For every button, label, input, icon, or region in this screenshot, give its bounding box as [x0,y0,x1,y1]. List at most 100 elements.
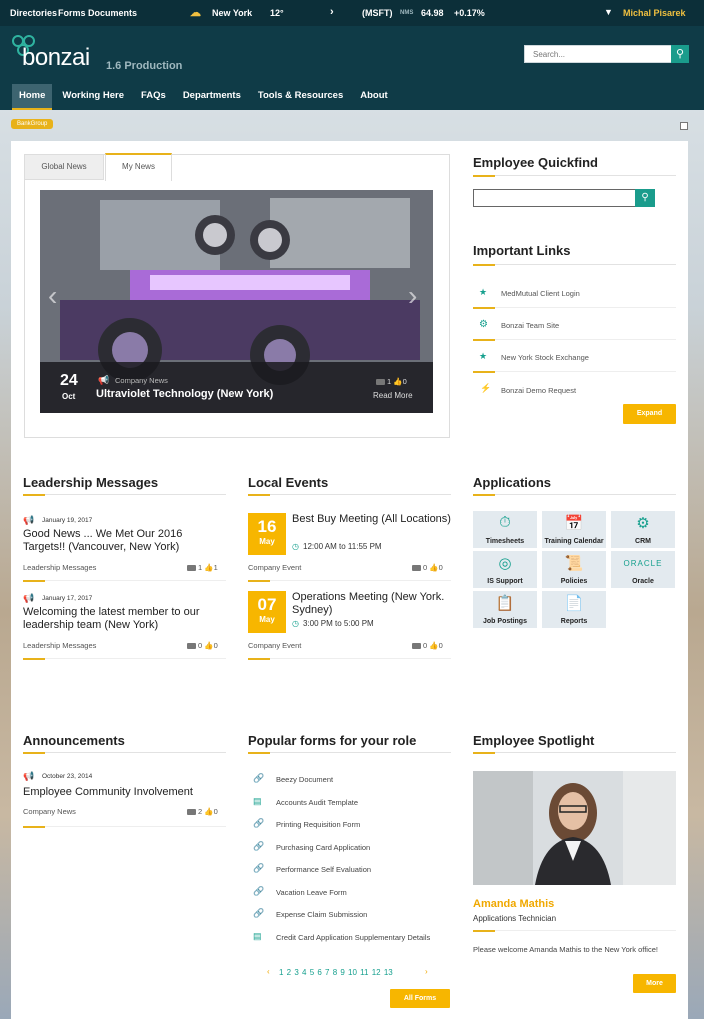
link-medmutual[interactable]: MedMutual Client Login [501,289,580,298]
nav-about[interactable]: About [353,84,394,110]
lifebuoy-icon: ◎ [498,555,512,572]
news-carousel[interactable]: ‹ › 24 Oct 📢 Company News Ultraviolet Te… [40,190,433,413]
link-nyse[interactable]: New York Stock Exchange [501,353,589,362]
leadership-category: Leadership Messages [23,563,97,572]
chevron-right-icon[interactable]: › [330,6,334,18]
comment-icon [412,643,421,650]
event-title[interactable]: Best Buy Meeting (All Locations) [292,513,452,526]
app-reports[interactable]: 📄 Reports [542,591,606,628]
link-demo-request[interactable]: Bonzai Demo Request [501,386,576,395]
app-job-postings[interactable]: 📋 Job Postings [473,591,537,628]
announcement-likes: 0 [213,807,218,816]
spotlight-role: Applications Technician [473,914,557,923]
form-link[interactable]: Printing Requisition Form [276,820,360,829]
event-title[interactable]: Operations Meeting (New York. Sydney) [292,591,452,617]
news-category: Company News [115,376,168,385]
app-crm[interactable]: ⚙ CRM [611,511,675,548]
search-icon[interactable]: ⚲ [671,45,689,63]
pagination-pages[interactable]: 1 2 3 4 5 6 7 8 9 10 11 12 13 [279,968,393,977]
app-training-calendar[interactable]: 📅 Training Calendar [542,511,606,548]
leadership-item-title[interactable]: Good News ... We Met Our 2016 Targets!! … [23,528,226,554]
forms-underline [248,752,451,754]
spotlight-name[interactable]: Amanda Mathis [473,898,554,910]
pagination-next-icon[interactable]: › [425,967,428,976]
forms-link[interactable]: Forms [58,8,86,18]
comment-icon [187,565,196,572]
excel-icon: ▤ [253,796,262,806]
tab-my-news[interactable]: My News [105,153,172,181]
form-link[interactable]: Beezy Document [276,775,333,784]
stock-symbol: (MSFT) [362,8,393,18]
events-underline [248,494,451,496]
app-label: CRM [635,538,651,545]
directories-link[interactable]: Directories [10,8,57,18]
link-icon: 🔗 [253,863,265,873]
spotlight-underline [473,752,676,754]
quickfind-search-icon[interactable]: ⚲ [635,189,655,207]
pagination-prev-icon[interactable]: ‹ [267,967,270,976]
search-input[interactable] [525,46,671,62]
app-label: Reports [560,618,588,625]
gear-icon: ⚙ [636,515,650,532]
tab-global-news[interactable]: Global News [24,154,104,180]
leadership-item-title[interactable]: Welcoming the latest member to our leade… [23,606,226,632]
document-icon: 📄 [564,595,584,612]
event-stats: 0 👍0 [412,641,443,650]
form-link[interactable]: Credit Card Application Supplementary De… [276,933,436,943]
carousel-next-icon[interactable]: › [408,280,417,312]
app-oracle[interactable]: ORACLE Oracle [611,551,675,588]
app-is-support[interactable]: ◎ IS Support [473,551,537,588]
announcements-title: Announcements [23,733,125,748]
announcement-date: October 23, 2014 [42,773,93,780]
app-label: Timesheets [485,538,525,545]
nav-faqs[interactable]: FAQs [134,84,173,110]
app-policies[interactable]: 📜 Policies [542,551,606,588]
documents-link[interactable]: Documents [88,8,137,18]
megaphone-icon: 📢 [98,375,110,385]
event-divider [248,580,451,582]
search-box: ⚲ [524,45,689,63]
megaphone-icon: 📢 [23,771,35,781]
star-icon: ★ [479,287,488,297]
form-link[interactable]: Performance Self Evaluation [276,865,371,874]
user-name[interactable]: Michal Pisarek [623,8,686,18]
link-divider [473,339,676,341]
link-team-site[interactable]: Bonzai Team Site [501,321,559,330]
stock-source: NMS [400,10,414,16]
app-label: Policies [560,578,588,585]
filter-icon[interactable]: ▼ [604,7,613,17]
form-link[interactable]: Accounts Audit Template [276,798,358,807]
bankgroup-tag[interactable]: BankGroup [11,119,54,129]
announcement-item[interactable]: Employee Community Involvement [23,786,193,798]
gear-icon: ⚙ [479,319,488,330]
event-day: 16 [257,517,277,536]
news-title[interactable]: Ultraviolet Technology (New York) [96,388,273,400]
link-icon: 🔗 [253,818,265,828]
clock-icon: ◷ [292,619,299,628]
form-link[interactable]: Expense Claim Submission [276,910,367,919]
link-divider [473,371,676,373]
stock-change: +0.17% [454,8,485,18]
like-icon: 👍 [393,377,403,386]
document-icon: ▤ [253,931,262,941]
more-button[interactable]: More [633,974,676,993]
form-link[interactable]: Purchasing Card Application [276,843,370,852]
comment-icon [376,379,385,386]
nav-departments[interactable]: Departments [176,84,248,110]
form-link[interactable]: Vacation Leave Form [276,888,347,897]
app-timesheets[interactable]: ⏱ Timesheets [473,511,537,548]
event-stats: 0 👍0 [412,563,443,572]
link-icon: 🔗 [253,908,265,918]
spotlight-title: Employee Spotlight [473,733,595,748]
scroll-icon: 📜 [564,555,584,572]
read-more-link[interactable]: Read More [373,391,413,400]
carousel-prev-icon[interactable]: ‹ [48,280,57,312]
all-forms-button[interactable]: All Forms [390,989,450,1008]
page-checkbox[interactable] [680,122,688,130]
like-icon: 👍 [204,563,214,572]
quickfind-input[interactable] [473,189,636,207]
expand-button[interactable]: Expand [623,404,676,424]
nav-tools-resources[interactable]: Tools & Resources [251,84,350,110]
nav-working-here[interactable]: Working Here [55,84,131,110]
nav-home[interactable]: Home [12,84,53,110]
